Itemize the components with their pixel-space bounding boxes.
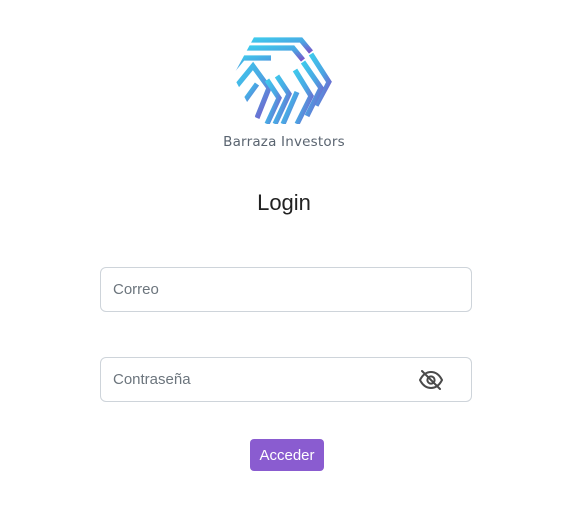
brand-header: Barraza Investors [0,26,568,150]
email-input[interactable] [101,268,413,311]
submit-button[interactable]: Acceder [250,439,324,471]
page-title: Login [257,190,311,215]
brand-name: Barraza Investors [223,134,345,150]
hexagon-logo-icon [233,29,335,124]
password-input[interactable] [101,358,413,401]
password-field[interactable] [100,357,472,402]
login-page: Barraza Investors Login Acceder [0,0,568,531]
eye-off-icon[interactable] [417,369,445,391]
email-field[interactable] [100,267,472,312]
